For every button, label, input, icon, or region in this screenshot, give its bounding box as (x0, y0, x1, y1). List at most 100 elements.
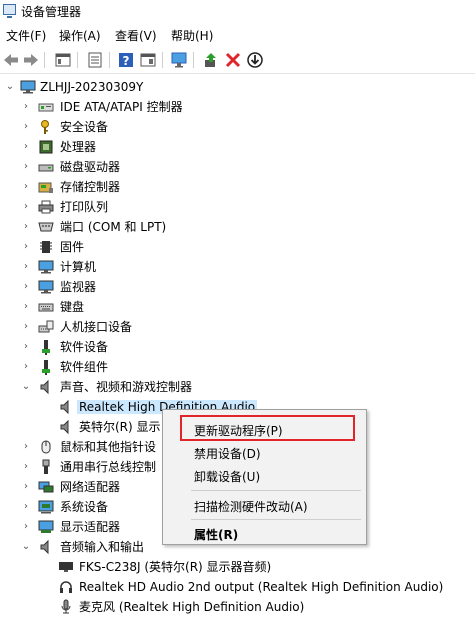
speaker-icon (40, 539, 49, 555)
tree-item-software-components[interactable]: › 软件组件 (0, 357, 475, 377)
tree-item-ports[interactable]: › 端口 (COM 和 LPT) (0, 217, 475, 237)
speaker-icon (40, 379, 49, 395)
mouse-icon (41, 440, 51, 454)
toolbar-separator (44, 52, 45, 68)
chevron-right-icon[interactable]: › (21, 101, 31, 113)
toolbar-separator (109, 52, 110, 68)
chevron-right-icon[interactable]: › (21, 141, 31, 153)
microphone-icon (61, 599, 71, 614)
context-separator (191, 519, 361, 520)
tree-item-label: 磁盘驱动器 (60, 160, 121, 174)
device-manager-icon (3, 4, 16, 18)
port-icon (38, 222, 54, 232)
menu-view[interactable]: 查看(V) (115, 27, 157, 44)
tree-item-realtek-2nd-output[interactable]: Realtek HD Audio 2nd output (Realtek Hig… (0, 577, 475, 597)
menu-help[interactable]: 帮助(H) (171, 27, 213, 44)
uninstall-icon[interactable] (224, 51, 242, 69)
forward-icon[interactable] (22, 51, 40, 69)
tree-item-fks-c238j[interactable]: FKS-C238J (英特尔(R) 显示器音频) (0, 557, 475, 577)
download-icon[interactable] (246, 51, 264, 69)
chevron-down-icon[interactable]: ⌄ (5, 81, 15, 93)
chevron-right-icon[interactable]: › (21, 121, 31, 133)
context-uninstall-device[interactable]: 卸载设备(U) (163, 464, 366, 486)
speaker-icon (60, 419, 69, 435)
tree-item-software-devices[interactable]: › 软件设备 (0, 337, 475, 357)
system-device-icon (38, 500, 54, 514)
chevron-right-icon[interactable]: › (21, 161, 31, 173)
tree-item-hid[interactable]: › 人机接口设备 (0, 317, 475, 337)
action-pane-icon[interactable] (139, 51, 157, 69)
chevron-right-icon[interactable]: › (21, 361, 31, 373)
tree-item-label: 英特尔(R) 显示 (79, 420, 161, 434)
chevron-right-icon[interactable]: › (21, 321, 31, 333)
tree-item-label: IDE ATA/ATAPI 控制器 (60, 100, 183, 114)
chevron-down-icon[interactable]: ⌄ (21, 541, 31, 553)
highlight-box (180, 415, 355, 441)
chevron-down-icon[interactable]: ⌄ (21, 381, 31, 393)
menu-action[interactable]: 操作(A) (59, 27, 101, 44)
tree-item-disk-drives[interactable]: › 磁盘驱动器 (0, 157, 475, 177)
update-driver-icon[interactable] (202, 51, 220, 69)
tree-root[interactable]: ⌄ ZLHJJ-20230309Y (0, 77, 475, 97)
computer-icon (20, 80, 36, 94)
chevron-right-icon[interactable]: › (21, 261, 31, 273)
tree-item-print-queues[interactable]: › 打印队列 (0, 197, 475, 217)
chevron-right-icon[interactable]: › (21, 501, 31, 513)
context-separator (191, 490, 361, 491)
device-tree: ⌄ ZLHJJ-20230309Y › IDE ATA/ATAPI 控制器 › … (0, 76, 475, 637)
tree-item-label: 音频输入和输出 (60, 540, 145, 554)
menu-bar: 文件(F) 操作(A) 查看(V) 帮助(H) (0, 23, 475, 45)
printer-icon (38, 200, 54, 214)
context-item-label: 禁用设备(D) (194, 447, 261, 461)
key-icon (41, 120, 49, 134)
chevron-right-icon[interactable]: › (21, 341, 31, 353)
keyboard-icon (38, 303, 54, 312)
speaker-icon (60, 399, 69, 415)
toolbar-separator (162, 52, 163, 68)
context-scan-hardware[interactable]: 扫描检测硬件改动(A) (163, 494, 366, 516)
tree-item-sound-video-game[interactable]: ⌄ 声音、视频和游戏控制器 (0, 377, 475, 397)
back-icon[interactable] (2, 51, 20, 69)
headphones-icon (60, 581, 72, 593)
storage-controller-icon (38, 182, 53, 193)
tree-item-microphone[interactable]: 麦克风 (Realtek High Definition Audio) (0, 597, 475, 617)
properties-pane-icon[interactable] (54, 51, 72, 69)
tree-item-label: 监视器 (60, 280, 97, 294)
tree-item-keyboards[interactable]: › 键盘 (0, 297, 475, 317)
chevron-right-icon[interactable]: › (21, 281, 31, 293)
network-icon (38, 481, 54, 493)
list-icon[interactable] (86, 51, 104, 69)
chevron-right-icon[interactable]: › (21, 241, 31, 253)
display-adapter-icon (38, 520, 54, 533)
tree-item-label: 通用串行总线控制 (60, 460, 157, 474)
menu-file[interactable]: 文件(F) (6, 27, 46, 44)
context-item-label: 属性(R) (194, 528, 239, 542)
tree-item-label: Realtek HD Audio 2nd output (Realtek Hig… (79, 580, 444, 594)
chevron-right-icon[interactable]: › (21, 461, 31, 473)
tree-item-label: 鼠标和其他指针设 (60, 440, 157, 454)
disk-drive-icon (38, 164, 54, 172)
chevron-right-icon[interactable]: › (21, 521, 31, 533)
context-properties[interactable]: 属性(R) (163, 522, 366, 544)
tree-item-monitors[interactable]: › 监视器 (0, 277, 475, 297)
tree-item-processors[interactable]: › 处理器 (0, 137, 475, 157)
tree-item-label: 键盘 (60, 300, 85, 314)
chevron-right-icon[interactable]: › (21, 441, 31, 453)
context-disable-device[interactable]: 禁用设备(D) (163, 441, 366, 463)
tree-item-computer[interactable]: › 计算机 (0, 257, 475, 277)
monitor-icon[interactable] (170, 51, 188, 69)
chevron-right-icon[interactable]: › (21, 201, 31, 213)
toolbar: ? (0, 46, 475, 74)
tree-item-storage-controllers[interactable]: › 存储控制器 (0, 177, 475, 197)
tree-item-security-devices[interactable]: › 安全设备 (0, 117, 475, 137)
chevron-right-icon[interactable]: › (21, 181, 31, 193)
monitor-icon (59, 562, 73, 572)
toolbar-separator (193, 52, 194, 68)
help-icon[interactable]: ? (117, 51, 135, 69)
chevron-right-icon[interactable]: › (21, 221, 31, 233)
chevron-right-icon[interactable]: › (21, 301, 31, 313)
tree-item-label: 计算机 (60, 260, 97, 274)
chevron-right-icon[interactable]: › (21, 481, 31, 493)
tree-item-firmware[interactable]: › 固件 (0, 237, 475, 257)
tree-item-ide-ata[interactable]: › IDE ATA/ATAPI 控制器 (0, 97, 475, 117)
